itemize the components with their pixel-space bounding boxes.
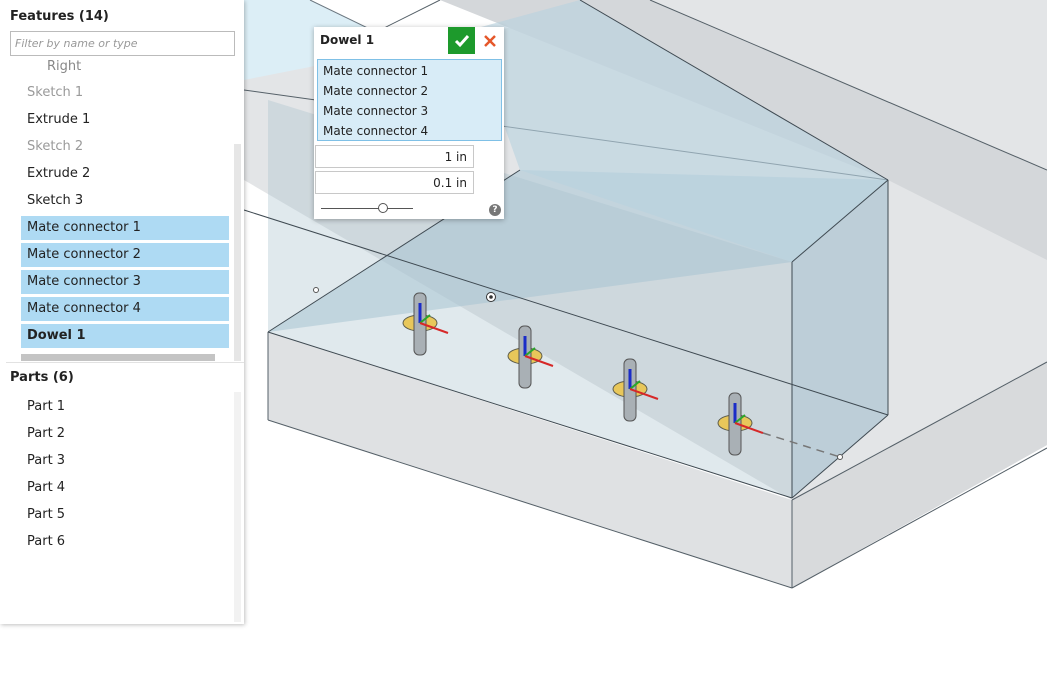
feature-item-sketch-2[interactable]: Sketch 2 xyxy=(21,135,229,159)
feature-item-mate-connector-3[interactable]: Mate connector 3 xyxy=(21,270,229,294)
selection-item-2[interactable]: Mate connector 2 xyxy=(323,84,428,98)
feature-item-dowel-1[interactable]: Dowel 1 xyxy=(21,324,229,348)
feature-tree-scrollbar[interactable] xyxy=(234,144,241,361)
selection-item-4[interactable]: Mate connector 4 xyxy=(323,124,428,138)
dialog-title: Dowel 1 xyxy=(320,33,375,47)
part-item-6[interactable]: Part 6 xyxy=(21,530,229,554)
panel-divider[interactable] xyxy=(6,362,244,363)
checkmark-icon xyxy=(454,34,469,47)
selection-item-1[interactable]: Mate connector 1 xyxy=(323,64,428,78)
features-title: Features (14) xyxy=(10,9,109,24)
feature-item-extrude-2[interactable]: Extrude 2 xyxy=(21,162,229,186)
offset-input[interactable] xyxy=(315,171,474,194)
feature-item-sketch-1[interactable]: Sketch 1 xyxy=(21,81,229,105)
feature-item-right[interactable]: Right xyxy=(41,55,229,79)
selection-item-3[interactable]: Mate connector 3 xyxy=(323,104,428,118)
feature-filter-input[interactable] xyxy=(10,31,235,56)
help-icon[interactable]: ? xyxy=(489,204,501,216)
diameter-input[interactable] xyxy=(315,145,474,168)
feature-panel: Features (14) Right Sketch 1 Extrude 1 S… xyxy=(0,0,244,624)
part-item-2[interactable]: Part 2 xyxy=(21,422,229,446)
feature-tree-horizontal-scrollbar[interactable] xyxy=(21,354,215,361)
part-item-1[interactable]: Part 1 xyxy=(21,395,229,419)
parts-title: Parts (6) xyxy=(10,370,74,385)
part-item-4[interactable]: Part 4 xyxy=(21,476,229,500)
dowel-feature-dialog: Dowel 1 Mate connector 1 Mate connector … xyxy=(314,27,504,219)
parts-list-scrollbar[interactable] xyxy=(234,392,241,622)
accept-button[interactable] xyxy=(448,27,475,54)
cancel-button[interactable] xyxy=(478,27,502,54)
part-item-3[interactable]: Part 3 xyxy=(21,449,229,473)
slider-thumb[interactable] xyxy=(378,203,388,213)
feature-item-mate-connector-1[interactable]: Mate connector 1 xyxy=(21,216,229,240)
feature-item-sketch-3[interactable]: Sketch 3 xyxy=(21,189,229,213)
feature-item-extrude-1[interactable]: Extrude 1 xyxy=(21,108,229,132)
slider-track[interactable] xyxy=(321,208,413,209)
feature-item-mate-connector-2[interactable]: Mate connector 2 xyxy=(21,243,229,267)
close-icon xyxy=(484,34,496,47)
mate-connector-selection-list[interactable]: Mate connector 1 Mate connector 2 Mate c… xyxy=(317,59,502,141)
feature-item-mate-connector-4[interactable]: Mate connector 4 xyxy=(21,297,229,321)
part-item-5[interactable]: Part 5 xyxy=(21,503,229,527)
